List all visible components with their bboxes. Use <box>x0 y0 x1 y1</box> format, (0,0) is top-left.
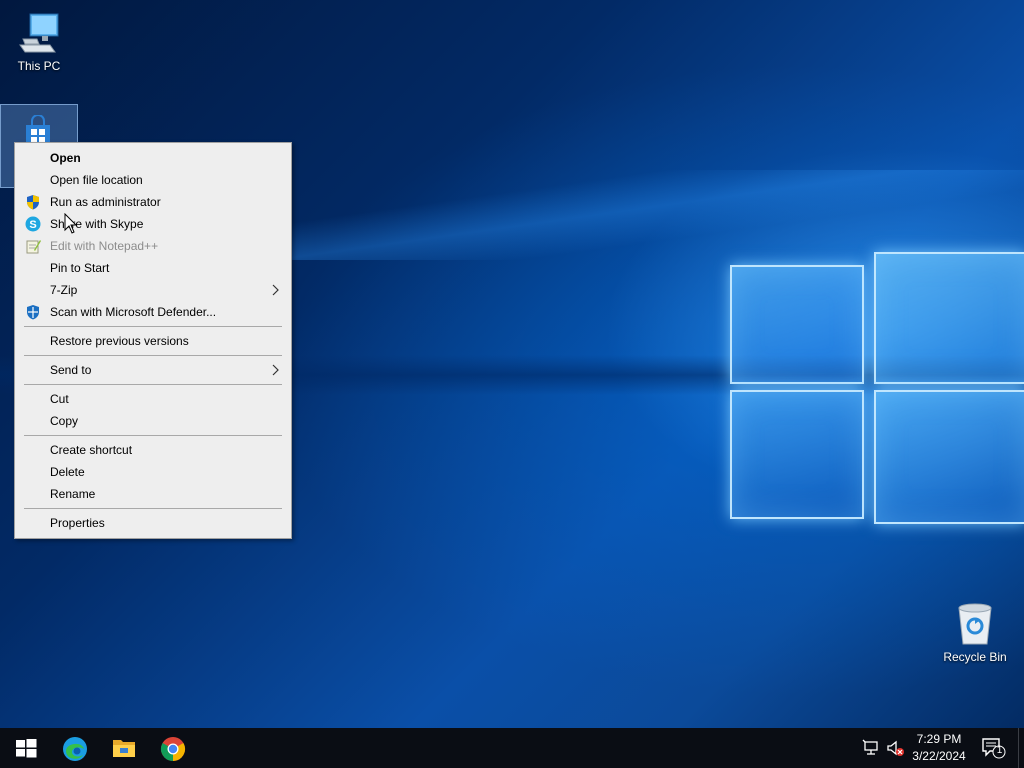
context-menu: Open Open file location Run as administr… <box>14 142 292 539</box>
menu-item-label: Properties <box>50 516 105 530</box>
menu-separator <box>24 355 282 356</box>
desktop-icon-label: Recycle Bin <box>943 650 1007 664</box>
menu-item-scan-with-defender[interactable]: Scan with Microsoft Defender... <box>17 301 289 323</box>
menu-item-label: Restore previous versions <box>50 334 189 348</box>
menu-item-cut[interactable]: Cut <box>17 388 289 410</box>
volume-muted-icon[interactable] <box>885 738 905 758</box>
chevron-right-icon <box>272 364 279 376</box>
windows-logo-pane <box>730 390 864 519</box>
menu-separator <box>24 384 282 385</box>
taskbar-clock[interactable]: 7:29 PM 3/22/2024 <box>904 731 974 765</box>
taskbar-file-explorer-button[interactable] <box>99 728 147 768</box>
menu-item-edit-with-notepadpp: Edit with Notepad++ <box>17 235 289 257</box>
menu-item-label: Pin to Start <box>50 261 110 275</box>
menu-item-label: Cut <box>50 392 69 406</box>
start-button[interactable] <box>0 728 48 768</box>
menu-item-7zip[interactable]: 7-Zip <box>17 279 289 301</box>
taskbar-chrome-button[interactable] <box>148 728 196 768</box>
desktop-icon-recycle-bin[interactable]: Recycle Bin <box>938 600 1012 664</box>
menu-item-pin-to-start[interactable]: Pin to Start <box>17 257 289 279</box>
menu-item-run-as-administrator[interactable]: Run as administrator <box>17 191 289 213</box>
menu-item-label: Open <box>50 151 81 165</box>
svg-text:S: S <box>29 219 36 231</box>
menu-item-send-to[interactable]: Send to <box>17 359 289 381</box>
menu-item-label: Rename <box>50 487 96 501</box>
notification-count-badge: 1 <box>996 745 1003 756</box>
recycle-bin-icon <box>958 603 992 645</box>
menu-item-copy[interactable]: Copy <box>17 410 289 432</box>
menu-item-label: Copy <box>50 414 79 428</box>
menu-item-label: Send to <box>50 363 92 377</box>
menu-item-label: 7-Zip <box>50 283 78 297</box>
menu-item-label: Delete <box>50 465 85 479</box>
menu-item-open-file-location[interactable]: Open file location <box>17 169 289 191</box>
chrome-icon <box>160 737 186 761</box>
menu-separator <box>24 326 282 327</box>
show-desktop-button[interactable] <box>1018 728 1024 768</box>
menu-item-delete[interactable]: Delete <box>17 461 289 483</box>
network-icon[interactable] <box>862 738 882 758</box>
defender-icon <box>27 305 39 320</box>
computer-icon <box>19 13 59 53</box>
file-explorer-icon <box>113 740 135 757</box>
taskbar-edge-button[interactable] <box>50 728 98 768</box>
menu-separator <box>24 435 282 436</box>
edge-icon <box>63 737 87 761</box>
menu-item-open[interactable]: Open <box>17 147 289 169</box>
menu-item-label: Run as administrator <box>50 195 161 209</box>
menu-item-restore-previous-versions[interactable]: Restore previous versions <box>17 330 289 352</box>
menu-item-properties[interactable]: Properties <box>17 512 289 534</box>
skype-icon: S <box>25 216 41 232</box>
windows-logo-pane <box>730 265 864 384</box>
menu-item-label: Open file location <box>50 173 143 187</box>
menu-item-label: Scan with Microsoft Defender... <box>50 305 217 319</box>
menu-item-rename[interactable]: Rename <box>17 483 289 505</box>
clock-time: 7:29 PM <box>916 732 962 746</box>
menu-item-label: Edit with Notepad++ <box>50 239 159 253</box>
desktop-icon-label: This PC <box>17 59 61 73</box>
windows-logo-pane <box>874 252 1024 384</box>
menu-separator <box>24 508 282 509</box>
menu-item-create-shortcut[interactable]: Create shortcut <box>17 439 289 461</box>
menu-item-label: Create shortcut <box>50 443 133 457</box>
start-icon <box>16 739 37 758</box>
uac-shield-icon <box>27 195 39 210</box>
windows-logo-pane <box>874 390 1024 524</box>
action-center-button[interactable]: 1 <box>980 736 1006 760</box>
notepadpp-icon <box>26 240 41 254</box>
taskbar: 7:29 PM 3/22/2024 1 <box>0 728 1024 768</box>
chevron-right-icon <box>272 284 279 296</box>
clock-date: 3/22/2024 <box>912 749 966 763</box>
mouse-pointer-icon <box>64 213 78 234</box>
menu-item-share-with-skype[interactable]: S Share with Skype <box>17 213 289 235</box>
desktop-icon-this-pc[interactable]: This PC <box>2 8 76 73</box>
